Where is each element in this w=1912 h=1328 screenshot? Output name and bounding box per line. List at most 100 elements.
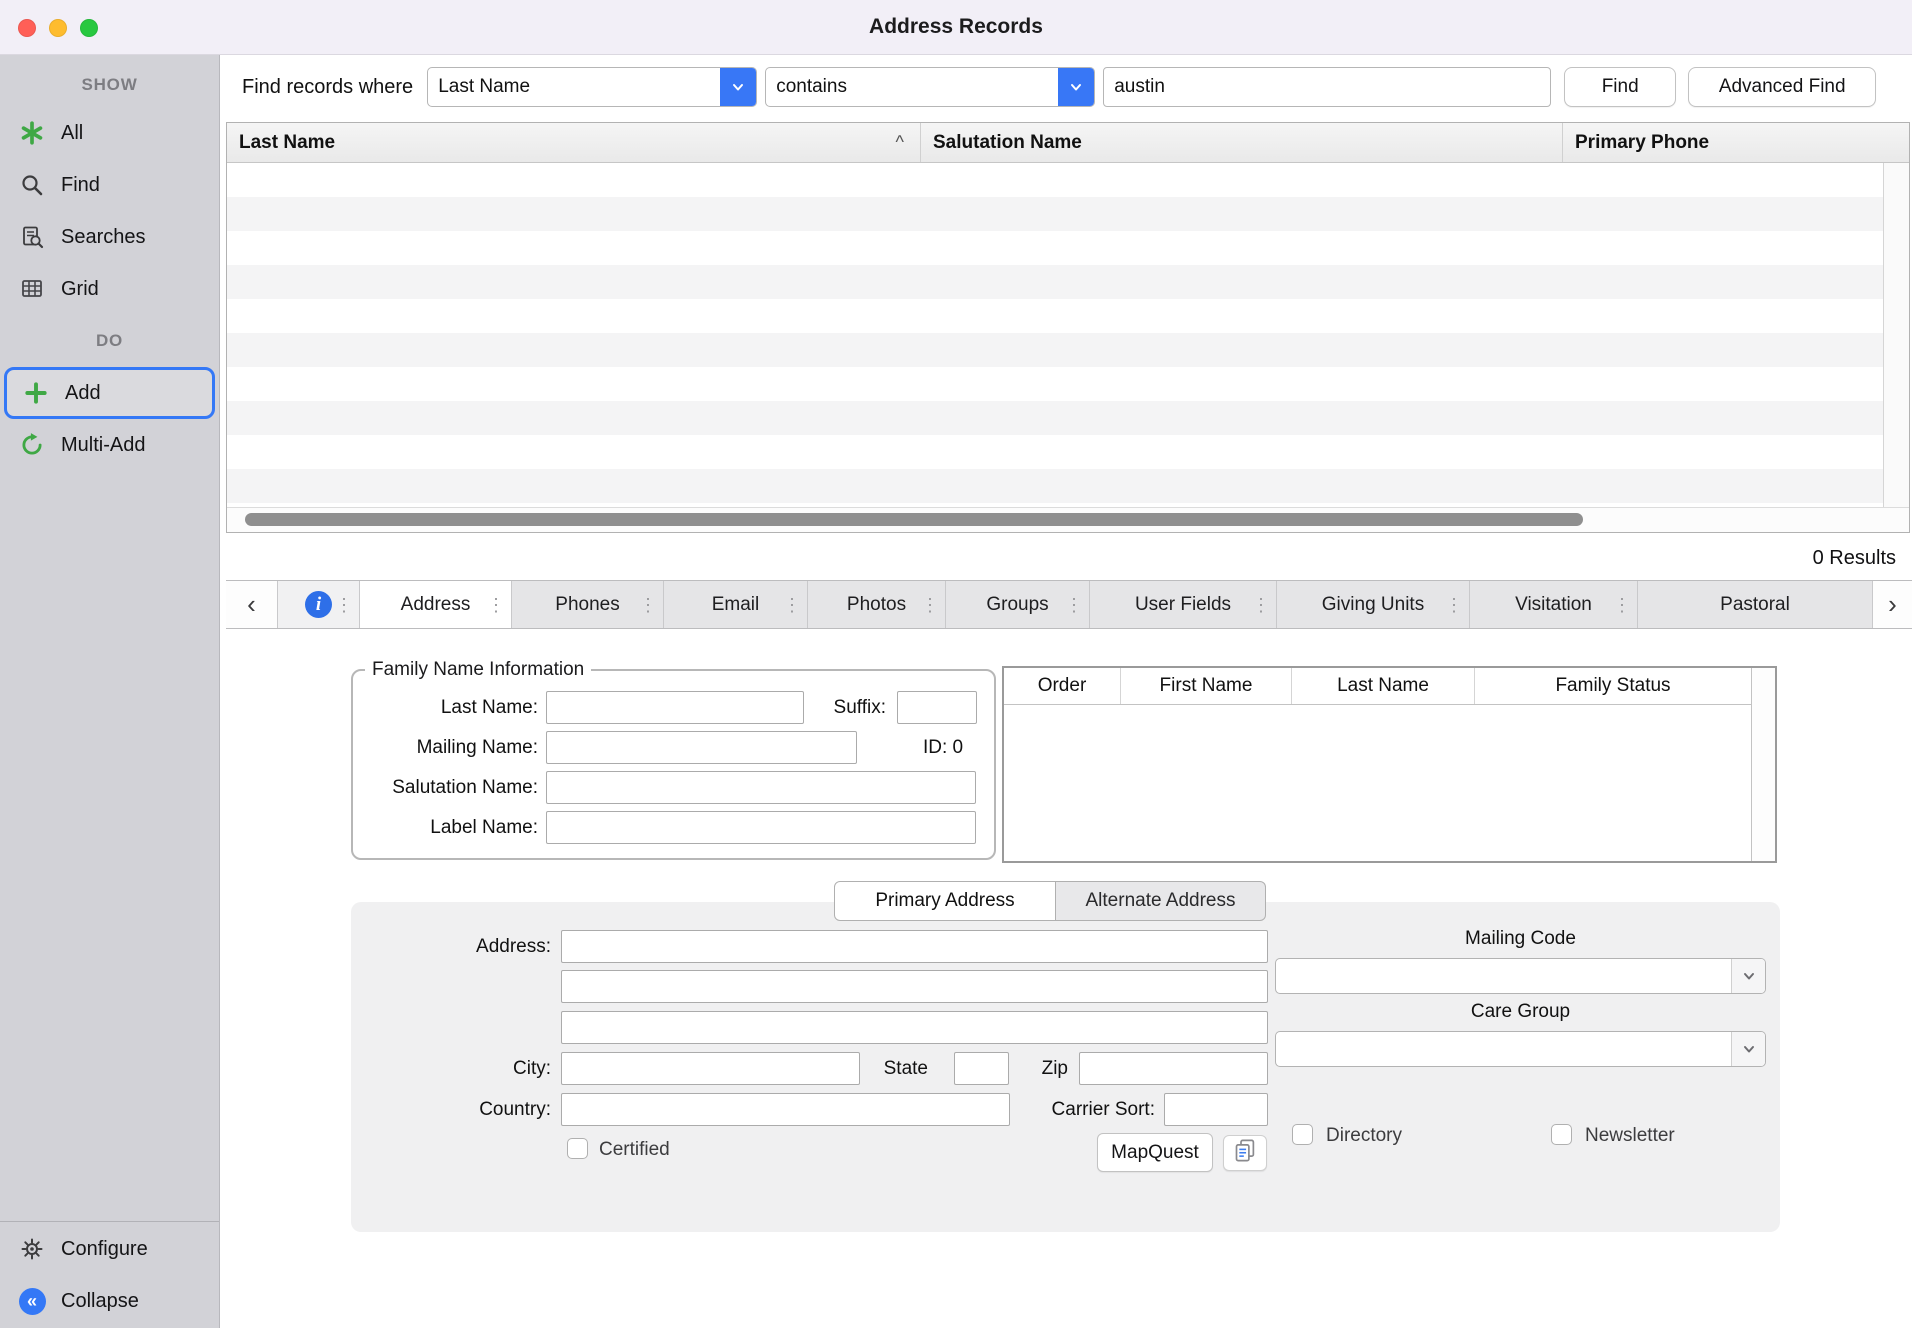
sidebar-item-label: Find xyxy=(61,174,100,197)
tab-groups[interactable]: Groups ⋮ xyxy=(946,581,1090,628)
multi-add-icon xyxy=(16,432,48,458)
chevron-down-icon[interactable] xyxy=(720,68,756,106)
certified-checkbox[interactable] xyxy=(567,1138,588,1159)
tab-giving-units[interactable]: Giving Units ⋮ xyxy=(1277,581,1470,628)
newsletter-label: Newsletter xyxy=(1585,1125,1675,1147)
column-header-last-name[interactable]: Last Name ^ xyxy=(227,123,921,162)
country-field[interactable] xyxy=(561,1093,1010,1126)
horizontal-scrollbar-track[interactable] xyxy=(227,507,1909,532)
search-input[interactable] xyxy=(1103,67,1551,107)
sidebar-item-configure[interactable]: Configure xyxy=(0,1223,219,1275)
tab-scroll-left-button[interactable]: ‹ xyxy=(226,581,278,628)
find-button[interactable]: Find xyxy=(1564,67,1676,107)
tab-menu-icon[interactable]: ⋮ xyxy=(921,596,939,614)
sidebar-item-all[interactable]: All xyxy=(0,107,219,159)
chevron-down-icon xyxy=(1731,959,1765,993)
zip-field[interactable] xyxy=(1079,1052,1268,1085)
sidebar-item-grid[interactable]: Grid xyxy=(0,263,219,315)
tab-alternate-address[interactable]: Alternate Address xyxy=(1056,881,1266,921)
vertical-scrollbar-track[interactable] xyxy=(1751,668,1775,861)
close-window-icon[interactable] xyxy=(18,19,36,37)
chevron-right-icon: › xyxy=(1888,589,1897,620)
carrier-sort-field[interactable] xyxy=(1164,1093,1268,1126)
plus-icon xyxy=(20,380,52,406)
titlebar: Address Records xyxy=(0,0,1912,55)
sidebar-item-multi-add[interactable]: Multi-Add xyxy=(0,419,219,471)
tab-user-fields[interactable]: User Fields ⋮ xyxy=(1090,581,1277,628)
column-header-first-name[interactable]: First Name xyxy=(1121,668,1292,704)
state-label: State xyxy=(866,1052,928,1085)
tab-menu-icon[interactable]: ⋮ xyxy=(1613,596,1631,614)
tab-info[interactable]: i ⋮ xyxy=(278,581,360,628)
last-name-field[interactable] xyxy=(546,691,804,724)
tab-menu-icon[interactable]: ⋮ xyxy=(1065,596,1083,614)
tab-email[interactable]: Email ⋮ xyxy=(664,581,808,628)
column-header-primary-phone[interactable]: Primary Phone xyxy=(1563,123,1909,162)
column-header-last-name[interactable]: Last Name xyxy=(1292,668,1475,704)
tab-visitation[interactable]: Visitation ⋮ xyxy=(1470,581,1638,628)
sidebar-header-show: SHOW xyxy=(0,63,219,107)
column-header-family-status[interactable]: Family Status xyxy=(1475,668,1751,704)
sort-ascending-icon[interactable]: ^ xyxy=(896,132,904,153)
address-line2-field[interactable] xyxy=(561,970,1268,1003)
state-field[interactable] xyxy=(954,1052,1009,1085)
tab-menu-icon[interactable]: ⋮ xyxy=(487,596,505,614)
care-group-label: Care Group xyxy=(1275,1001,1766,1023)
carrier-sort-label: Carrier Sort: xyxy=(991,1093,1155,1126)
sidebar-item-label: Collapse xyxy=(61,1290,139,1313)
sidebar-item-collapse[interactable]: « Collapse xyxy=(0,1275,219,1327)
last-name-label: Last Name: xyxy=(361,697,546,719)
care-group-select[interactable] xyxy=(1275,1031,1766,1067)
zoom-window-icon[interactable] xyxy=(80,19,98,37)
column-header-order[interactable]: Order xyxy=(1004,668,1121,704)
tab-pastoral[interactable]: Pastoral xyxy=(1638,581,1912,628)
tab-menu-icon[interactable]: ⋮ xyxy=(639,596,657,614)
info-icon[interactable]: i xyxy=(305,591,332,618)
mailing-name-field[interactable] xyxy=(546,731,857,764)
chevron-down-icon[interactable] xyxy=(1058,68,1094,106)
sidebar-item-label: Add xyxy=(65,382,101,405)
saved-searches-icon xyxy=(16,225,48,249)
traffic-lights xyxy=(18,0,98,55)
city-label: City: xyxy=(381,1052,551,1085)
window-title: Address Records xyxy=(869,15,1043,39)
tab-phones[interactable]: Phones ⋮ xyxy=(512,581,664,628)
tab-menu-icon[interactable]: ⋮ xyxy=(783,596,801,614)
tab-menu-icon[interactable]: ⋮ xyxy=(335,596,353,614)
newsletter-checkbox[interactable] xyxy=(1551,1124,1572,1145)
sidebar-item-add[interactable]: Add xyxy=(4,367,215,419)
country-label: Country: xyxy=(381,1093,551,1126)
advanced-find-button[interactable]: Advanced Find xyxy=(1688,67,1876,107)
mapquest-button[interactable]: MapQuest xyxy=(1097,1133,1213,1172)
gear-icon xyxy=(16,1237,48,1261)
tab-scroll-right-button[interactable]: › xyxy=(1872,581,1912,628)
minimize-window-icon[interactable] xyxy=(49,19,67,37)
address-line3-field[interactable] xyxy=(561,1011,1268,1044)
tab-primary-address[interactable]: Primary Address xyxy=(834,881,1056,921)
tab-photos[interactable]: Photos ⋮ xyxy=(808,581,946,628)
tab-address[interactable]: Address ⋮ xyxy=(360,581,512,628)
sidebar-item-find[interactable]: Find xyxy=(0,159,219,211)
search-prompt-label: Find records where xyxy=(242,76,413,99)
mailing-code-select[interactable] xyxy=(1275,958,1766,994)
column-header-salutation-name[interactable]: Salutation Name xyxy=(921,123,1563,162)
city-field[interactable] xyxy=(561,1052,860,1085)
tab-menu-icon[interactable]: ⋮ xyxy=(1445,596,1463,614)
salutation-name-field[interactable] xyxy=(546,771,976,804)
results-table: Last Name ^ Salutation Name Primary Phon… xyxy=(226,122,1910,533)
tab-menu-icon[interactable]: ⋮ xyxy=(1252,596,1270,614)
sidebar-item-searches[interactable]: Searches xyxy=(0,211,219,263)
mailing-code-label: Mailing Code xyxy=(1275,928,1766,950)
horizontal-scrollbar-thumb[interactable] xyxy=(245,513,1583,526)
suffix-field[interactable] xyxy=(897,691,977,724)
sidebar-footer: Configure « Collapse xyxy=(0,1221,219,1328)
operator-select[interactable]: contains xyxy=(765,67,1095,107)
copy-address-button[interactable] xyxy=(1223,1135,1267,1171)
results-table-body xyxy=(227,163,1909,507)
copy-icon xyxy=(1232,1137,1259,1169)
label-name-field[interactable] xyxy=(546,811,976,844)
address-line1-field[interactable] xyxy=(561,930,1268,963)
field-select[interactable]: Last Name xyxy=(427,67,757,107)
vertical-scrollbar-track[interactable] xyxy=(1883,163,1909,507)
directory-checkbox[interactable] xyxy=(1292,1124,1313,1145)
